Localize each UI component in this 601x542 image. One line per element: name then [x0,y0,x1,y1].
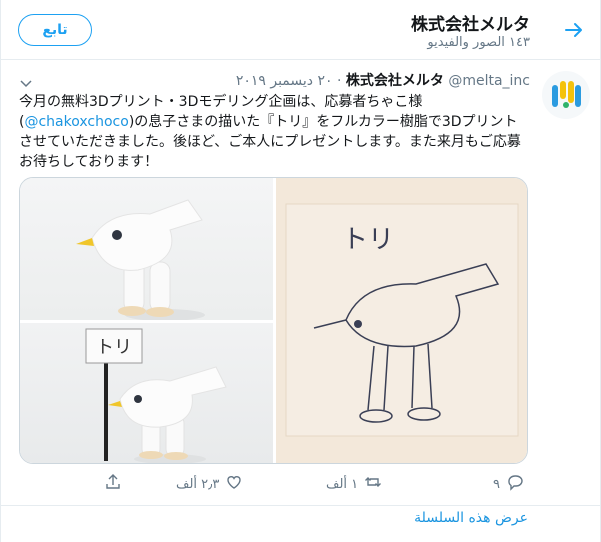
media-grid: トリ トリ [19,177,528,464]
share-icon [104,473,122,495]
reply-icon [506,473,524,495]
heart-icon [225,473,243,495]
media-drawing[interactable]: トリ [276,178,527,463]
tweet-header: 株式会社メルタ @melta_inc · ٢٠ ديسمبر ٢٠١٩ [236,70,530,90]
retweet-icon [364,473,382,495]
like-button[interactable]: ٢٫٣ ألف [176,473,243,495]
melta-logo [552,81,581,108]
share-button[interactable] [104,473,122,495]
tweet-text: 今月の無料3Dプリント・3Dモデリング企画は、応募者ちゃこ様(@chakoxch… [19,92,530,172]
tweet-date[interactable]: ٢٠ ديسمبر ٢٠١٩ [236,73,333,89]
retweet-button[interactable]: ١ ألف [326,473,382,495]
timeline-column: 株式会社メルタ ١٤٣ الصور والفيديو تابع 株式会社メルタ … [0,0,601,542]
sign-text: トリ [96,337,132,358]
tweet-actions: ٩ ١ ألف ٢٫٣ ألف [1,473,601,497]
follow-button[interactable]: تابع [18,14,92,46]
author-handle[interactable]: @melta_inc [448,73,530,89]
avatar[interactable] [542,71,590,119]
like-count: ٢٫٣ ألف [176,476,220,492]
profile-header: 株式会社メルタ ١٤٣ الصور والفيديو تابع [1,0,601,60]
mention-link[interactable]: @chakoxchoco [24,114,128,130]
chevron-down-icon[interactable] [19,73,33,88]
author-name[interactable]: 株式会社メルタ [346,73,444,89]
media-photo-1[interactable] [20,178,273,320]
show-thread-link[interactable]: عرض هذه السلسلة [414,510,528,526]
reply-button[interactable]: ٩ [493,473,524,495]
arrow-right-icon[interactable] [562,18,586,42]
header-subtitle: ١٤٣ الصور والفيديو [427,35,530,50]
reply-count: ٩ [493,476,500,492]
separator-dot: · [336,73,342,89]
drawing-text: トリ [342,225,394,255]
header-title: 株式会社メルタ [411,15,530,35]
tweet[interactable]: 株式会社メルタ @melta_inc · ٢٠ ديسمبر ٢٠١٩ 今月の無… [1,61,601,506]
media-photo-2[interactable]: トリ [20,323,273,463]
retweet-count: ١ ألف [326,476,359,492]
